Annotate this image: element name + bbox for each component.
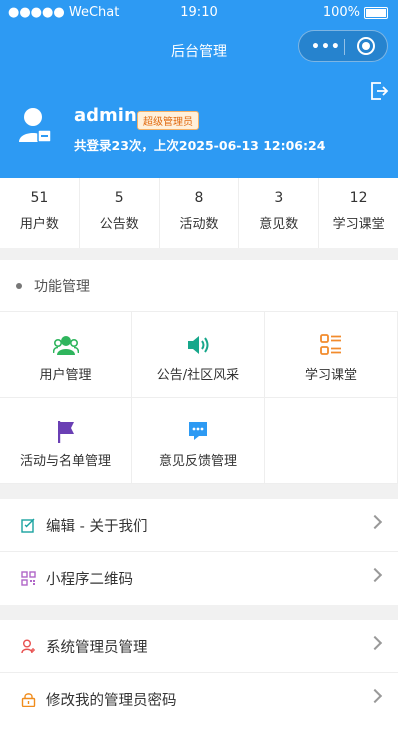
edit-icon (20, 518, 34, 533)
mini-program-capsule: ••• (298, 30, 388, 62)
func-label: 学习课堂 (304, 368, 357, 383)
stat-label: 意见数 (259, 217, 299, 232)
close-mini-program-button[interactable] (357, 37, 375, 55)
stat-value: 8 (194, 190, 204, 206)
list-item-edit-about[interactable]: 编辑 - 关于我们 (0, 499, 398, 552)
account-settings-list: 系统管理员管理 修改我的管理员密码 (0, 620, 398, 713)
list-item-label: 编辑 - 关于我们 (46, 518, 148, 535)
stat-label: 活动数 (179, 217, 219, 232)
username: admin (74, 105, 137, 126)
header: ●●●●● WeChat 19:10 100% 后台管理 ••• admin 超… (0, 0, 398, 178)
lock-icon (21, 693, 35, 707)
chat-icon (189, 422, 207, 440)
stat-label: 用户数 (19, 217, 59, 232)
battery-percent: 100% (322, 5, 360, 20)
list-item-label: 系统管理员管理 (46, 639, 148, 656)
function-grid: 用户管理 公告/社区风采 学习课堂 活动与名单管理 意见反馈管理 (0, 312, 398, 484)
func-course-management[interactable]: 学习课堂 (265, 312, 398, 398)
battery-status: 100% (323, 5, 388, 20)
func-activity-management[interactable]: 活动与名单管理 (0, 398, 132, 484)
users-icon (52, 336, 79, 355)
speaker-icon (188, 336, 209, 354)
chevron-right-icon (367, 567, 383, 583)
function-section: 功能管理 用户管理 公告/社区风采 学习课堂 活动与名单管理 意见反馈管理 (0, 260, 398, 484)
list-item-label: 修改我的管理员密码 (46, 693, 177, 709)
chevron-right-icon (367, 514, 383, 530)
admin-user-icon (20, 639, 35, 653)
func-user-management[interactable]: 用户管理 (0, 312, 132, 398)
battery-icon (364, 6, 388, 19)
more-menu-button[interactable]: ••• (311, 39, 341, 55)
list-item-label: 小程序二维码 (46, 572, 133, 588)
stat-users[interactable]: 51 用户数 (0, 178, 80, 248)
function-section-title: 功能管理 (34, 278, 90, 295)
func-label: 活动与名单管理 (19, 454, 111, 469)
content-settings-list: 编辑 - 关于我们 小程序二维码 (0, 499, 398, 605)
stat-label: 公告数 (99, 217, 139, 232)
stat-value: 51 (30, 190, 49, 206)
qrcode-icon (20, 571, 36, 586)
stat-value: 3 (274, 190, 284, 206)
avatar-icon (19, 108, 52, 143)
bullet-icon (16, 282, 22, 289)
login-info: 共登录23次，上次2025-06-13 12:06:24 (74, 138, 326, 153)
stats-bar: 51 用户数 5 公告数 8 活动数 3 意见数 12 学习课堂 (0, 178, 398, 248)
func-feedback-management[interactable]: 意见反馈管理 (132, 398, 265, 484)
list-icon (320, 334, 341, 355)
func-label: 公告/社区风采 (156, 368, 240, 383)
stat-value: 5 (114, 190, 124, 206)
stat-courses[interactable]: 12 学习课堂 (319, 178, 398, 248)
list-item-qrcode[interactable]: 小程序二维码 (0, 552, 398, 605)
chevron-right-icon (367, 635, 383, 651)
logout-icon[interactable] (369, 81, 389, 101)
stat-feedback[interactable]: 3 意见数 (239, 178, 320, 248)
capsule-divider (344, 39, 345, 55)
phone-screen: ●●●●● WeChat 19:10 100% 后台管理 ••• admin 超… (0, 0, 398, 713)
function-section-header: 功能管理 (0, 260, 398, 312)
chevron-right-icon (367, 688, 383, 704)
status-bar: ●●●●● WeChat 19:10 100% (0, 0, 398, 26)
role-badge: 超级管理员 (137, 111, 199, 130)
stat-value: 12 (349, 190, 368, 206)
list-item-change-password[interactable]: 修改我的管理员密码 (0, 673, 398, 713)
stat-label: 学习课堂 (332, 217, 385, 232)
func-label: 用户管理 (39, 368, 92, 383)
flag-icon (57, 421, 74, 443)
stat-activities[interactable]: 8 活动数 (160, 178, 240, 248)
func-empty-cell (265, 398, 398, 484)
list-item-admin-management[interactable]: 系统管理员管理 (0, 620, 398, 673)
func-notice-management[interactable]: 公告/社区风采 (132, 312, 265, 398)
func-label: 意见反馈管理 (158, 454, 237, 469)
stat-notices[interactable]: 5 公告数 (80, 178, 160, 248)
